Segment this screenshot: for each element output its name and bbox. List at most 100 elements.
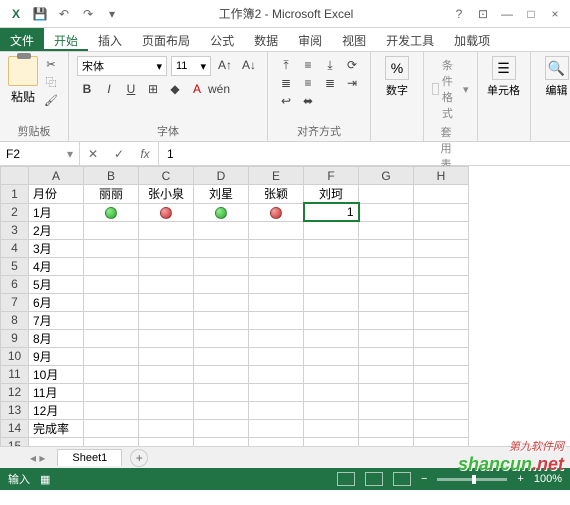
cell[interactable]: [359, 401, 414, 419]
col-header[interactable]: E: [249, 167, 304, 185]
cell[interactable]: [139, 239, 194, 257]
select-all-corner[interactable]: [1, 167, 29, 185]
tab-view[interactable]: 视图: [332, 28, 376, 51]
tab-home[interactable]: 开始: [44, 28, 88, 51]
cell[interactable]: [304, 293, 359, 311]
cell[interactable]: [304, 383, 359, 401]
fill-color-icon[interactable]: ◆: [165, 80, 185, 98]
cell[interactable]: 完成率: [29, 419, 84, 437]
cell[interactable]: [414, 275, 469, 293]
row-header[interactable]: 8: [1, 311, 29, 329]
cell[interactable]: [194, 257, 249, 275]
save-icon[interactable]: 💾: [30, 4, 50, 24]
cell[interactable]: [414, 185, 469, 204]
close-icon[interactable]: ×: [546, 5, 564, 23]
cell[interactable]: [139, 275, 194, 293]
row-header[interactable]: 1: [1, 185, 29, 204]
cell[interactable]: [359, 365, 414, 383]
tab-formula[interactable]: 公式: [200, 28, 244, 51]
orientation-icon[interactable]: ⟳: [342, 56, 362, 74]
cell[interactable]: [359, 221, 414, 239]
cell[interactable]: [194, 239, 249, 257]
cell[interactable]: 4月: [29, 257, 84, 275]
cell[interactable]: 10月: [29, 365, 84, 383]
col-header[interactable]: D: [194, 167, 249, 185]
row-header[interactable]: 6: [1, 275, 29, 293]
cell[interactable]: [84, 365, 139, 383]
cell[interactable]: [304, 401, 359, 419]
cell[interactable]: [249, 419, 304, 437]
cell[interactable]: [194, 383, 249, 401]
row-header[interactable]: 3: [1, 221, 29, 239]
cell[interactable]: [414, 383, 469, 401]
cell[interactable]: [414, 347, 469, 365]
cell[interactable]: [249, 311, 304, 329]
cell[interactable]: [414, 365, 469, 383]
cell[interactable]: [304, 419, 359, 437]
cell[interactable]: [84, 203, 139, 221]
cell[interactable]: [139, 401, 194, 419]
increase-size-icon[interactable]: A↑: [215, 56, 235, 74]
cell[interactable]: [304, 365, 359, 383]
cell[interactable]: [249, 221, 304, 239]
cell[interactable]: 月份: [29, 185, 84, 204]
cell[interactable]: [304, 329, 359, 347]
paste-button[interactable]: 粘贴: [8, 56, 38, 105]
cell[interactable]: [139, 347, 194, 365]
cell[interactable]: 丽丽: [84, 185, 139, 204]
cell[interactable]: [359, 257, 414, 275]
cell[interactable]: [359, 293, 414, 311]
cell[interactable]: [194, 293, 249, 311]
cell[interactable]: [304, 311, 359, 329]
page-layout-icon[interactable]: [365, 472, 383, 486]
help-icon[interactable]: ?: [450, 5, 468, 23]
cell[interactable]: [359, 437, 414, 446]
decrease-size-icon[interactable]: A↓: [239, 56, 259, 74]
cell[interactable]: [194, 311, 249, 329]
cell[interactable]: [84, 239, 139, 257]
zoom-out-icon[interactable]: −: [421, 473, 427, 485]
cell[interactable]: [84, 257, 139, 275]
cell[interactable]: 3月: [29, 239, 84, 257]
merge-icon[interactable]: ⬌: [298, 92, 318, 110]
cell[interactable]: [29, 437, 84, 446]
row-header[interactable]: 10: [1, 347, 29, 365]
normal-view-icon[interactable]: [337, 472, 355, 486]
cell[interactable]: [359, 203, 414, 221]
cell[interactable]: [414, 221, 469, 239]
cell[interactable]: 刘星: [194, 185, 249, 204]
cell[interactable]: [139, 203, 194, 221]
cell[interactable]: [359, 185, 414, 204]
cell[interactable]: [304, 437, 359, 446]
sheet-nav[interactable]: ◂ ▸: [30, 451, 45, 465]
row-header[interactable]: 9: [1, 329, 29, 347]
row-header[interactable]: 7: [1, 293, 29, 311]
cell[interactable]: [84, 293, 139, 311]
number-format-button[interactable]: % 数字: [379, 56, 415, 98]
cell[interactable]: [249, 239, 304, 257]
cell[interactable]: [414, 329, 469, 347]
editing-button[interactable]: 🔍 编辑: [539, 56, 570, 98]
cell[interactable]: [194, 419, 249, 437]
cell[interactable]: [194, 275, 249, 293]
cell[interactable]: [194, 203, 249, 221]
row-header[interactable]: 11: [1, 365, 29, 383]
cell[interactable]: [414, 401, 469, 419]
row-header[interactable]: 4: [1, 239, 29, 257]
cell[interactable]: [249, 437, 304, 446]
zoom-in-icon[interactable]: +: [517, 473, 523, 485]
cell[interactable]: [304, 275, 359, 293]
conditional-format-button[interactable]: 条件格式 ▾: [432, 56, 469, 122]
row-header[interactable]: 15: [1, 437, 29, 446]
cell[interactable]: [304, 347, 359, 365]
cells-button[interactable]: ☰ 单元格: [486, 56, 522, 98]
cell[interactable]: [84, 383, 139, 401]
cell[interactable]: [359, 419, 414, 437]
zoom-value[interactable]: 100%: [534, 473, 562, 485]
cell[interactable]: [84, 221, 139, 239]
redo-icon[interactable]: ↷: [78, 4, 98, 24]
worksheet-grid[interactable]: ABCDEFGH 1月份丽丽张小泉刘星张颖刘珂21月132月43月54月65月7…: [0, 166, 469, 446]
cell[interactable]: [414, 419, 469, 437]
cell[interactable]: [359, 383, 414, 401]
row-header[interactable]: 13: [1, 401, 29, 419]
